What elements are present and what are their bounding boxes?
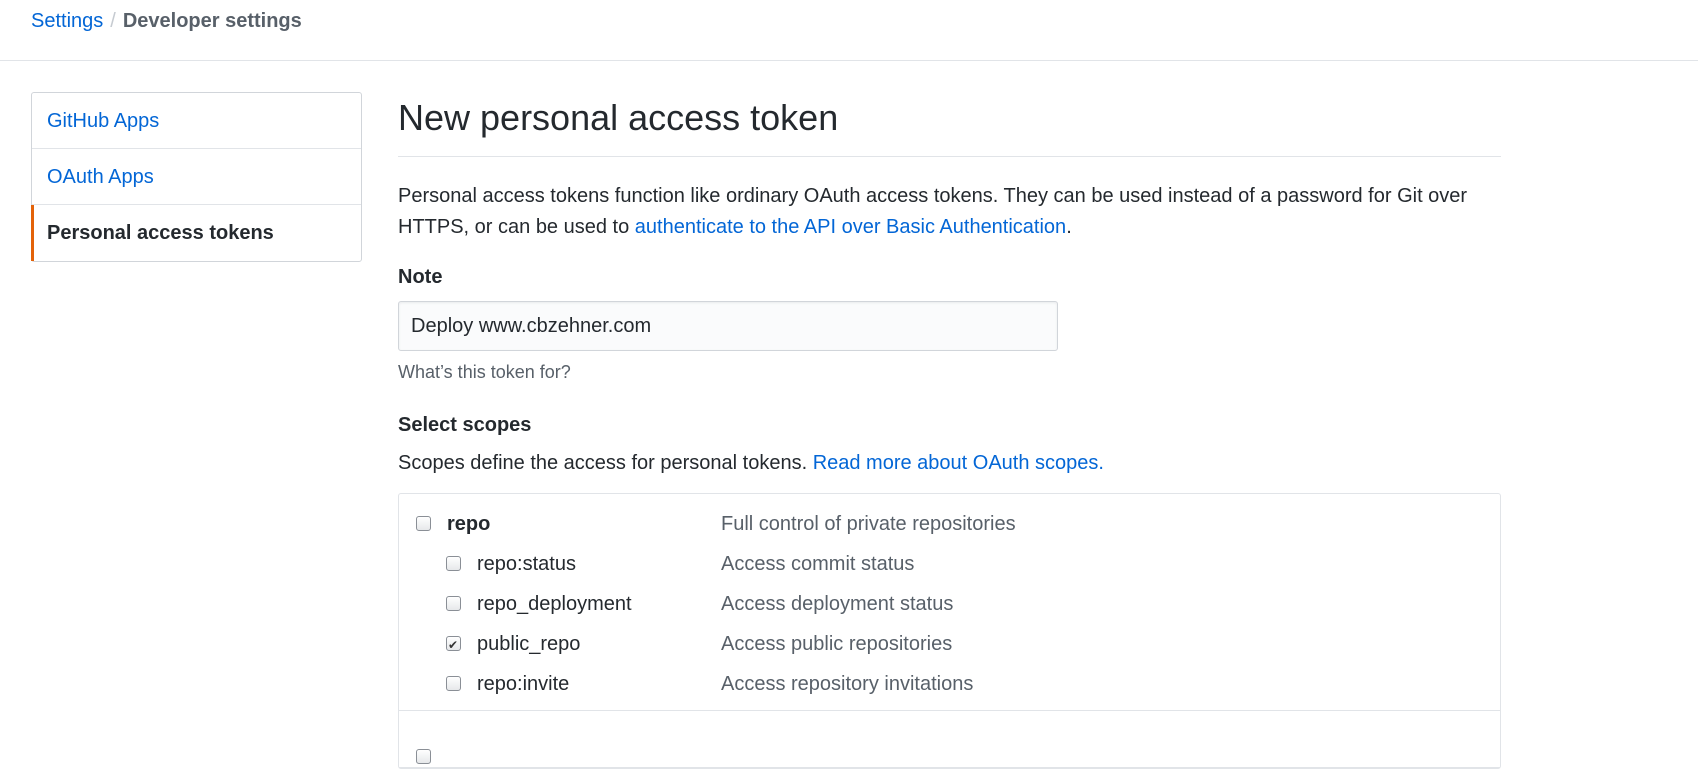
scope-row-repo-invite: repo:invite Access repository invitation… (399, 664, 1500, 704)
scope-desc: Full control of private repositories (721, 513, 1016, 535)
scope-name: repo:status (477, 553, 576, 575)
scope-desc: Access commit status (721, 553, 915, 575)
note-label: Note (398, 266, 443, 288)
scopes-desc-text: Scopes define the access for personal to… (398, 452, 813, 474)
repo-status-checkbox[interactable] (446, 556, 461, 571)
intro-end: . (1066, 216, 1072, 238)
next-scope-checkbox[interactable] (416, 749, 431, 764)
scope-desc: Access public repositories (721, 633, 953, 655)
scope-row-repo: repo Full control of private repositorie… (399, 504, 1500, 544)
intro-paragraph: Personal access tokens function like ord… (398, 181, 1501, 243)
public-repo-checkbox[interactable] (446, 625, 461, 665)
scope-row-public-repo: public_repo Access public repositories (399, 624, 1500, 665)
note-hint: What’s this token for? (398, 362, 571, 382)
repo-invite-checkbox[interactable] (446, 676, 461, 691)
scope-name: repo_deployment (477, 593, 632, 615)
scope-row-repo-deployment: repo_deployment Access deployment status (399, 584, 1500, 624)
scope-desc: Access repository invitations (721, 673, 974, 695)
oauth-scopes-link[interactable]: Read more about OAuth scopes. (813, 452, 1104, 474)
scope-name: public_repo (477, 633, 581, 655)
scopes-description: Scopes define the access for personal to… (398, 451, 1501, 475)
note-input[interactable] (398, 301, 1058, 351)
scope-list: repo Full control of private repositorie… (398, 493, 1501, 769)
scope-desc: Access deployment status (721, 593, 954, 615)
menu-item-personal-access-tokens[interactable]: Personal access tokens (31, 205, 361, 261)
scope-name: repo (447, 513, 491, 535)
repo-checkbox[interactable] (416, 516, 431, 531)
developer-settings-menu: GitHub Apps OAuth Apps Personal access t… (31, 92, 362, 262)
breadcrumb-settings-link[interactable]: Settings (31, 10, 103, 32)
main-content: New personal access token Personal acces… (398, 92, 1501, 769)
scope-row-next (399, 721, 1500, 764)
repo-deployment-checkbox[interactable] (446, 596, 461, 611)
select-scopes-heading: Select scopes (398, 414, 532, 436)
menu-item-github-apps[interactable]: GitHub Apps (32, 93, 361, 149)
breadcrumb: Settings / Developer settings (31, 9, 302, 33)
menu-item-oauth-apps[interactable]: OAuth Apps (32, 149, 361, 205)
page-header: Settings / Developer settings (0, 0, 1698, 61)
scope-row-repo-status: repo:status Access commit status (399, 544, 1500, 584)
basic-auth-link[interactable]: authenticate to the API over Basic Authe… (635, 216, 1066, 238)
scope-group-repo: repo Full control of private repositorie… (399, 494, 1500, 711)
breadcrumb-separator: / (110, 10, 116, 32)
page-title: New personal access token (398, 92, 1501, 157)
breadcrumb-current: Developer settings (122, 10, 302, 32)
scope-name: repo:invite (477, 673, 570, 695)
